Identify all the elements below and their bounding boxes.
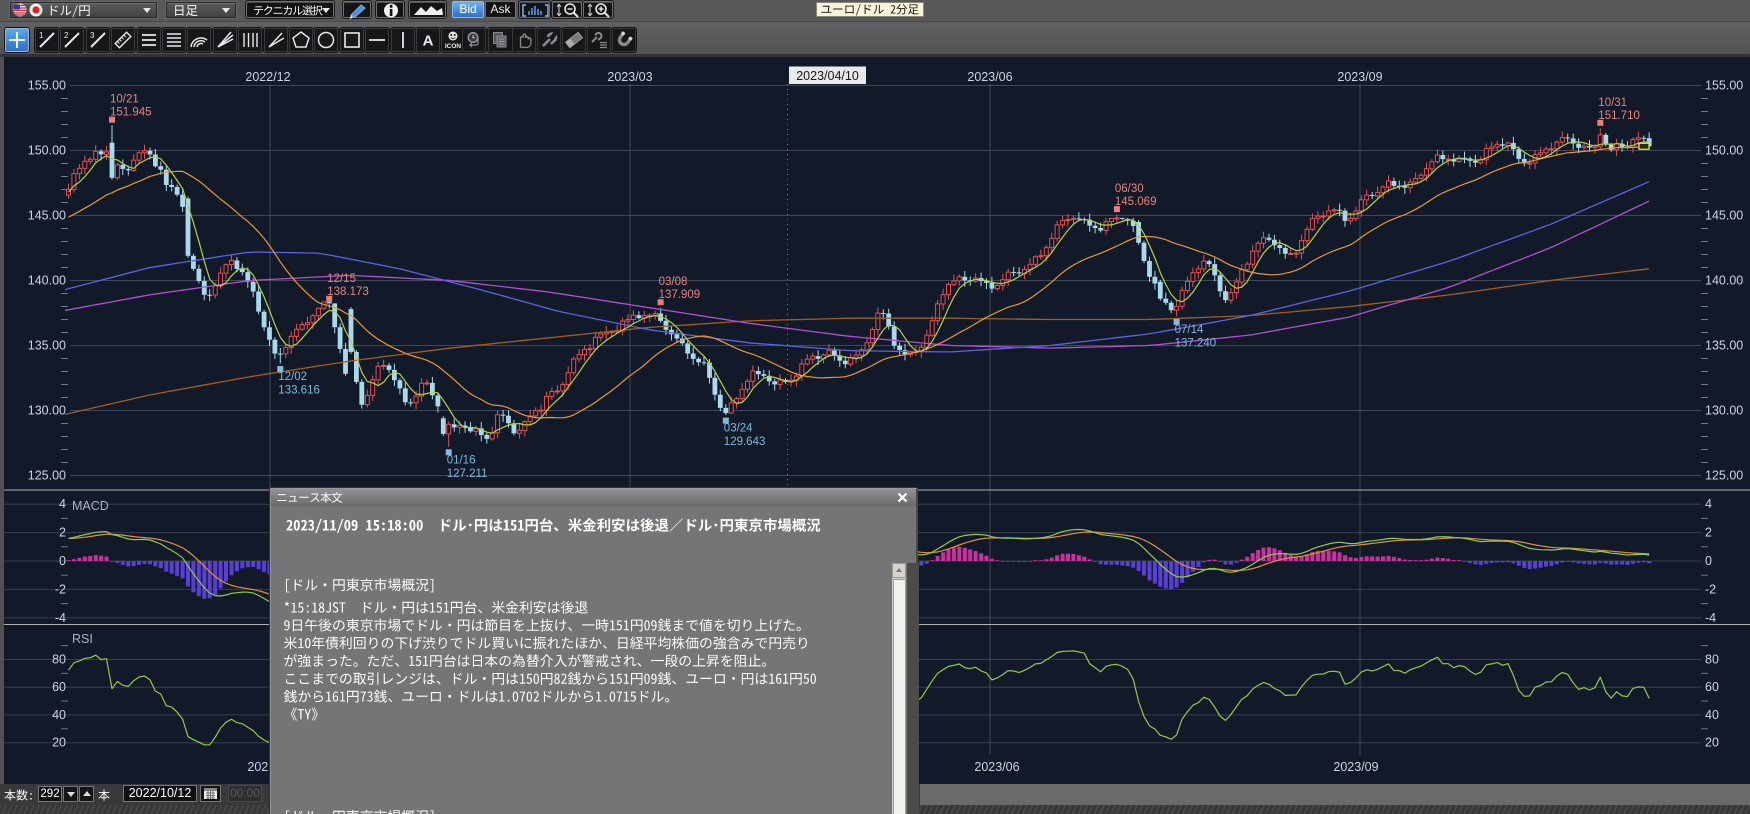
svg-text:1: 1 (39, 31, 44, 40)
svg-text:0: 0 (59, 554, 66, 568)
svg-text:2023/09: 2023/09 (1333, 760, 1378, 774)
svg-text:MACD: MACD (72, 499, 109, 513)
svg-text:12/15: 12/15 (327, 273, 356, 285)
svg-text:138.173: 138.173 (327, 286, 369, 298)
svg-text:155.00: 155.00 (28, 79, 66, 93)
svg-text:40: 40 (52, 708, 66, 722)
svg-text:151.945: 151.945 (110, 107, 152, 119)
svg-text:140.00: 140.00 (28, 274, 66, 288)
svg-text:20: 20 (52, 736, 66, 750)
svg-text:0: 0 (1705, 554, 1712, 568)
svg-text:2: 2 (64, 31, 69, 40)
svg-text:145.00: 145.00 (28, 209, 66, 223)
svg-text:-4: -4 (55, 611, 66, 625)
svg-text:130.00: 130.00 (1705, 404, 1743, 418)
svg-text:145.069: 145.069 (1115, 196, 1157, 208)
svg-text:-4: -4 (1705, 611, 1716, 625)
svg-text:07/14: 07/14 (1175, 324, 1204, 336)
svg-text:135.00: 135.00 (1705, 339, 1743, 353)
svg-text:4: 4 (1705, 497, 1712, 511)
svg-text:150.00: 150.00 (28, 144, 66, 158)
svg-text:2: 2 (1705, 526, 1712, 540)
svg-text:145.00: 145.00 (1705, 209, 1743, 223)
svg-text:01/16: 01/16 (447, 454, 476, 466)
svg-text:127.211: 127.211 (447, 468, 488, 480)
svg-text:60: 60 (1705, 680, 1719, 694)
svg-text:155.00: 155.00 (1705, 79, 1743, 93)
svg-text:137.909: 137.909 (659, 289, 701, 301)
svg-text:-2: -2 (55, 582, 66, 596)
svg-text:135.00: 135.00 (28, 339, 66, 353)
svg-text:3: 3 (90, 31, 95, 40)
svg-text:20: 20 (1705, 736, 1719, 750)
svg-text:2023/06: 2023/06 (967, 70, 1012, 84)
svg-text:2023/09: 2023/09 (1337, 70, 1382, 84)
svg-text:06/30: 06/30 (1115, 183, 1144, 195)
svg-text:RSI: RSI (72, 632, 93, 646)
svg-text:137.240: 137.240 (1175, 337, 1217, 349)
svg-text:125.00: 125.00 (28, 469, 66, 483)
svg-text:130.00: 130.00 (28, 404, 66, 418)
svg-text:ICON: ICON (445, 43, 462, 50)
svg-text:03/24: 03/24 (724, 423, 753, 435)
svg-text:150.00: 150.00 (1705, 144, 1743, 158)
svg-text:10/21: 10/21 (110, 94, 139, 106)
svg-text:2023/03: 2023/03 (607, 70, 652, 84)
svg-text:60: 60 (52, 680, 66, 694)
svg-text:2023/04/10: 2023/04/10 (796, 69, 859, 83)
svg-text:129.643: 129.643 (724, 436, 766, 448)
svg-text:A: A (423, 33, 434, 50)
svg-text:80: 80 (1705, 653, 1719, 667)
svg-text:133.616: 133.616 (278, 385, 320, 397)
svg-text:151.710: 151.710 (1598, 110, 1640, 122)
svg-text:03/08: 03/08 (659, 276, 688, 288)
svg-text:125.00: 125.00 (1705, 469, 1743, 483)
svg-text:10/31: 10/31 (1598, 97, 1627, 109)
svg-text:40: 40 (1705, 708, 1719, 722)
svg-text:12/02: 12/02 (278, 371, 307, 383)
svg-text:140.00: 140.00 (1705, 274, 1743, 288)
svg-text:2: 2 (59, 526, 66, 540)
svg-text:-2: -2 (1705, 582, 1716, 596)
svg-text:4: 4 (59, 497, 66, 511)
svg-text:2023/06: 2023/06 (974, 760, 1019, 774)
svg-text:80: 80 (52, 653, 66, 667)
svg-text:2022/12: 2022/12 (245, 70, 290, 84)
